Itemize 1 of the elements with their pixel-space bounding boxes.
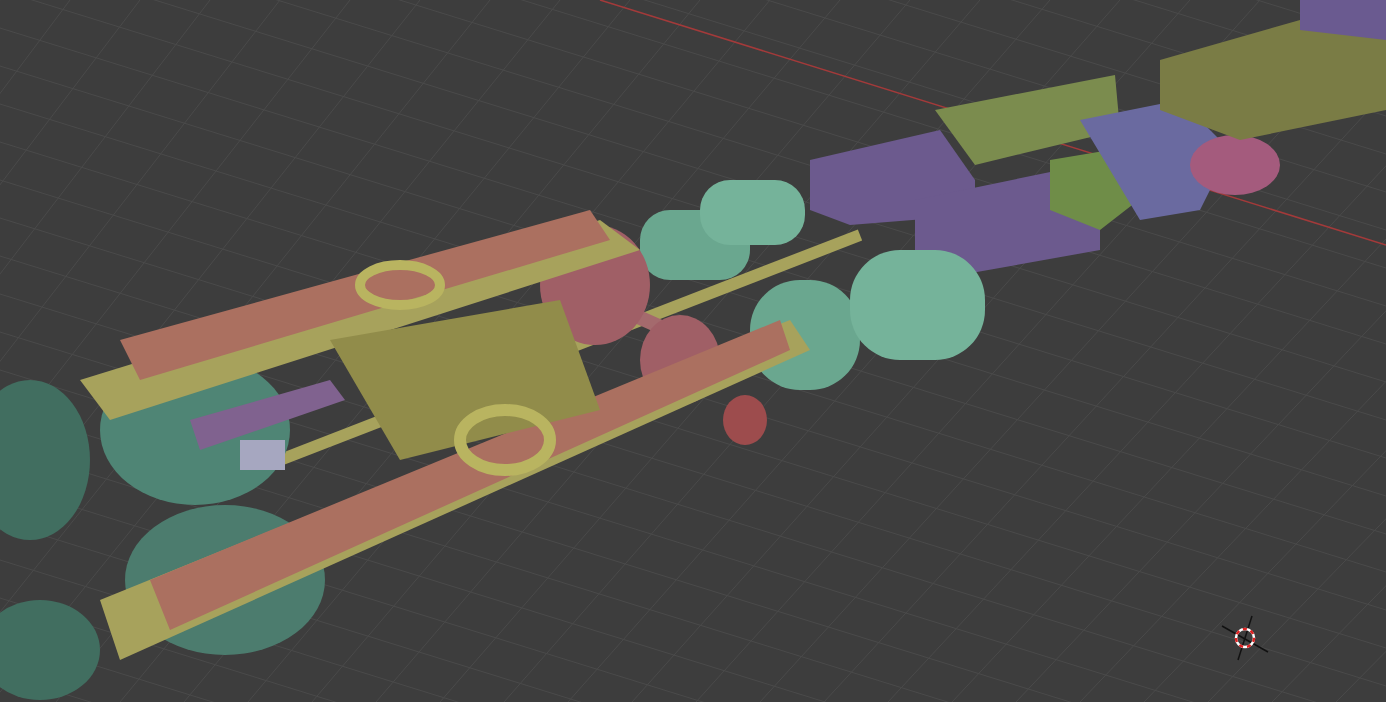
3d-cursor-icon[interactable] bbox=[1221, 615, 1269, 661]
